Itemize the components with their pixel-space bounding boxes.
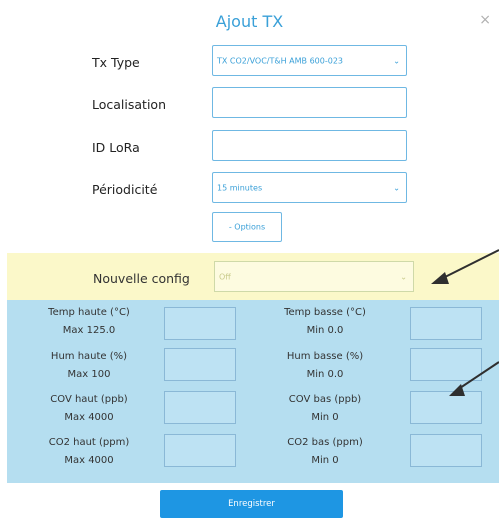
threshold-limit: Min 0 (311, 455, 339, 466)
chevron-down-icon: ⌄ (393, 183, 400, 192)
threshold-name: Hum haute (%) (50, 351, 128, 362)
threshold-limit: Min 0.0 (306, 369, 344, 380)
localisation-label: Localisation (92, 97, 166, 112)
threshold-limit: Max 100 (67, 369, 111, 380)
options-button-label: - Options (228, 222, 266, 232)
hum-haute-input[interactable] (164, 348, 236, 381)
threshold-name: Temp basse (°C) (284, 307, 366, 318)
threshold-label: CO2 bas (ppm) Min 0 (265, 434, 385, 470)
close-icon[interactable]: × (479, 12, 491, 28)
co2-haut-input[interactable] (164, 434, 236, 467)
save-button-label: Enregistrer (228, 499, 275, 509)
threshold-limit: Max 4000 (64, 412, 114, 423)
cov-haut-input[interactable] (164, 391, 236, 424)
tx-type-label: Tx Type (92, 55, 140, 70)
id-lora-input[interactable] (212, 130, 407, 161)
threshold-label: COV bas (ppb) Min 0 (265, 391, 385, 427)
tx-type-select[interactable]: TX CO2/VOC/T&H AMB 600-023 ⌄ (212, 45, 407, 76)
id-lora-label: ID LoRa (92, 140, 140, 155)
threshold-limit: Max 4000 (64, 455, 114, 466)
threshold-label: Temp basse (°C) Min 0.0 (265, 304, 385, 340)
threshold-name: Hum basse (%) (286, 351, 364, 362)
threshold-label: Hum haute (%) Max 100 (29, 348, 149, 384)
thresholds-section: Temp haute (°C) Max 125.0 Temp basse (°C… (7, 300, 499, 483)
periodicite-value: 15 minutes (217, 183, 263, 192)
nouvelle-config-value: Off (219, 272, 231, 281)
tx-type-value: TX CO2/VOC/T&H AMB 600-023 (217, 56, 344, 65)
periodicite-select[interactable]: 15 minutes ⌄ (212, 172, 407, 203)
localisation-input[interactable] (212, 87, 407, 118)
threshold-label: COV haut (ppb) Max 4000 (29, 391, 149, 427)
threshold-name: CO2 bas (ppm) (287, 437, 363, 448)
arrow-icon (449, 361, 499, 396)
periodicite-label: Périodicité (92, 182, 158, 197)
nouvelle-config-select[interactable]: Off ⌄ (214, 261, 414, 292)
chevron-down-icon: ⌄ (393, 56, 400, 65)
options-button[interactable]: - Options (212, 212, 282, 242)
threshold-limit: Max 125.0 (62, 325, 116, 336)
save-button[interactable]: Enregistrer (160, 490, 343, 518)
chevron-down-icon: ⌄ (400, 272, 407, 281)
threshold-name: CO2 haut (ppm) (48, 437, 130, 448)
threshold-name: Temp haute (°C) (48, 307, 130, 318)
threshold-limit: Min 0 (311, 412, 339, 423)
co2-bas-input[interactable] (410, 434, 482, 467)
threshold-name: COV haut (ppb) (50, 394, 128, 405)
threshold-label: Temp haute (°C) Max 125.0 (29, 304, 149, 340)
threshold-limit: Min 0.0 (306, 325, 344, 336)
arrow-icon (431, 249, 499, 284)
temp-haute-input[interactable] (164, 307, 236, 340)
threshold-label: CO2 haut (ppm) Max 4000 (29, 434, 149, 470)
threshold-name: COV bas (ppb) (288, 394, 362, 405)
temp-basse-input[interactable] (410, 307, 482, 340)
threshold-label: Hum basse (%) Min 0.0 (265, 348, 385, 384)
dialog-title: Ajout TX (215, 12, 284, 31)
nouvelle-config-label: Nouvelle config (93, 271, 190, 286)
